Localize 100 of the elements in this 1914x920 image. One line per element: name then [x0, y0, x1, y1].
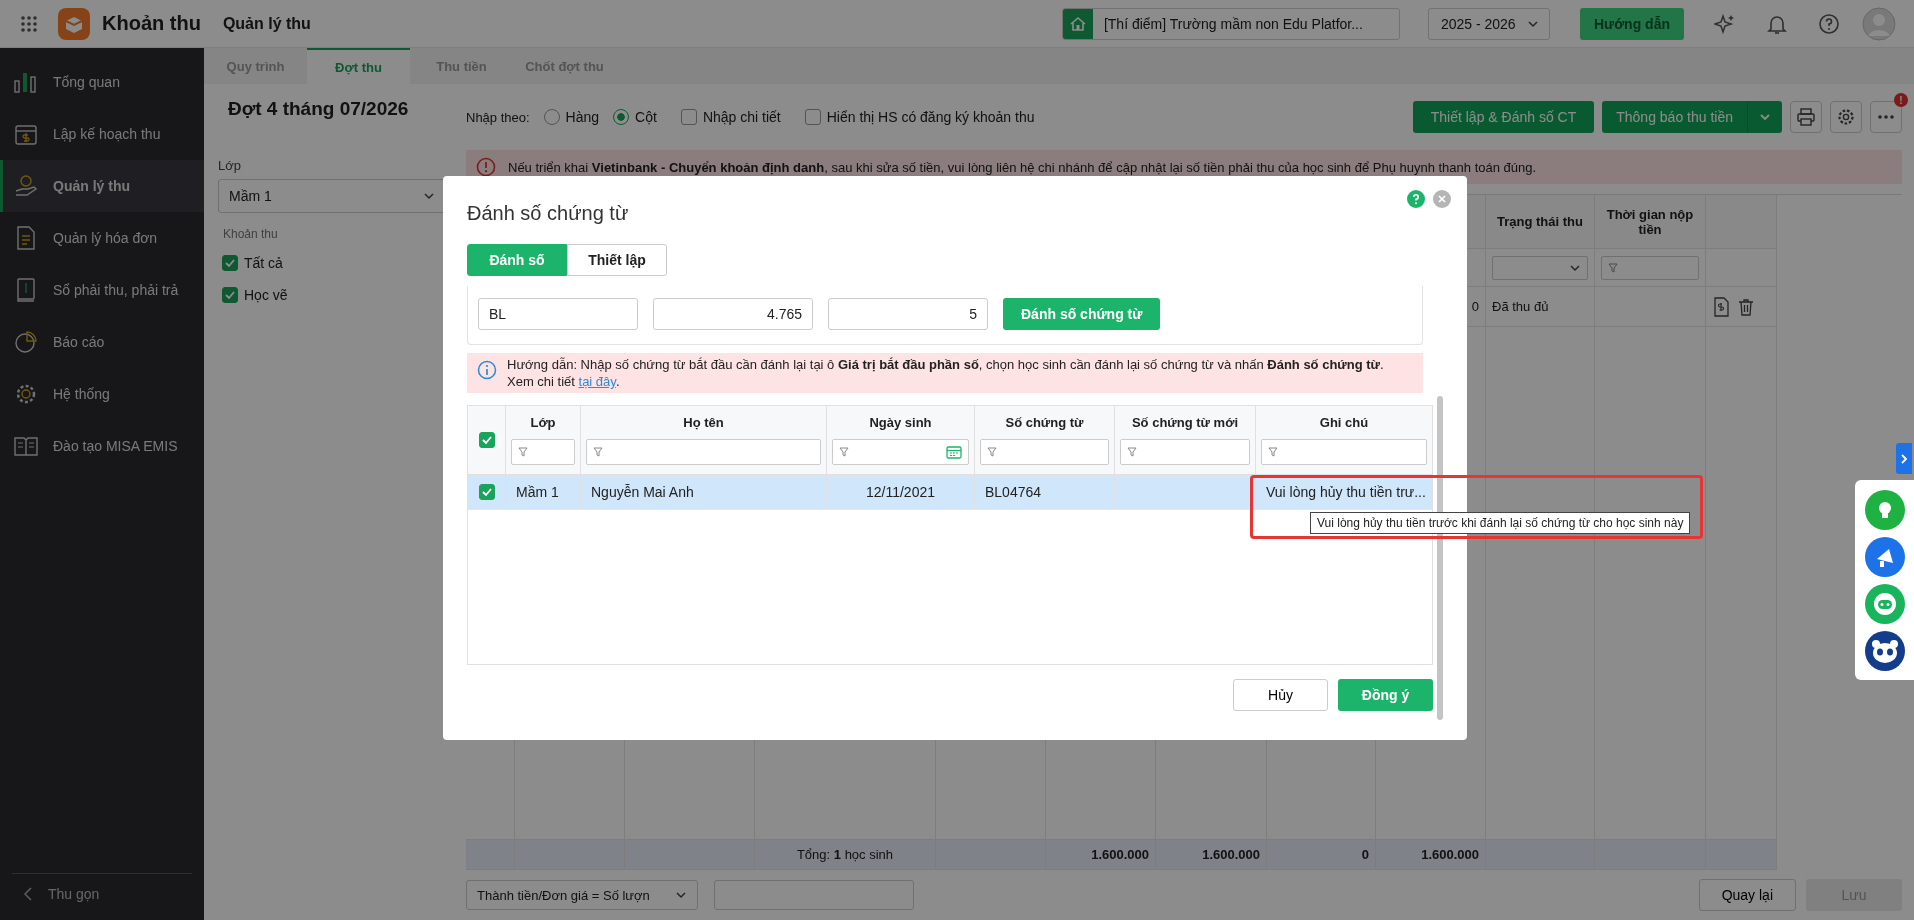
table-cell: 12/11/2021 [866, 484, 935, 500]
chevron-down-icon [423, 190, 435, 202]
formula-field[interactable] [714, 880, 914, 910]
select-all-checkbox[interactable] [478, 432, 495, 448]
table-cell: Vui lòng hủy thu tiền trư... [1266, 484, 1426, 500]
total-label: Tổng: 1 học sinh [755, 840, 936, 870]
megaphone-icon[interactable] [1864, 536, 1905, 577]
radio-label: Hàng [565, 109, 600, 125]
sidebar-item[interactable]: Báo cáo [0, 316, 204, 368]
check-icon [224, 289, 236, 301]
avatar-icon[interactable] [1862, 6, 1896, 41]
dialog-title: Đánh số chứng từ [467, 202, 629, 225]
checkbox-label: Tất cả [244, 255, 283, 271]
filter-field[interactable] [1120, 439, 1250, 466]
sidebar-item[interactable]: Quản lý hóa đơn [0, 212, 204, 264]
sidebar-item[interactable]: Đào tạo MISA EMIS [0, 420, 204, 472]
hint-text: Hướng dẫn: Nhập số chứng từ bắt đầu cần đánh lại tại ô Giá trị bắt đầu phần số, chọn học sinh cần đánh lại số chứng từ và nhấn Đánh số chứng từ. Xem chi tiết tại đây. [507, 356, 1385, 390]
digit-count-field[interactable]: 5 [828, 298, 988, 330]
filter-field[interactable] [832, 439, 969, 466]
total-cell: 1.600.000 [1156, 840, 1267, 870]
guide-button[interactable]: Hướng dẫn [1579, 7, 1684, 40]
radio-button[interactable] [543, 109, 560, 125]
notify-button[interactable]: Thông báo thu tiền [1602, 101, 1782, 133]
help-icon[interactable] [1818, 12, 1840, 35]
filter-field[interactable] [1261, 439, 1427, 466]
column-header: Lớp [529, 414, 557, 430]
sparkle-icon[interactable] [1714, 12, 1736, 35]
checkbox-label: Nhập chi tiết [702, 109, 781, 125]
sidebar-item[interactable]: Tổng quan [0, 56, 204, 108]
input-by-label: Nhập theo: [466, 109, 530, 125]
batch-title: Đợt 4 tháng 07/2026 [228, 98, 409, 120]
receipt-icon[interactable] [1712, 296, 1730, 317]
checkbox[interactable] [804, 109, 821, 125]
radio-button[interactable] [613, 109, 630, 125]
row-checkbox[interactable] [478, 484, 495, 500]
back-button[interactable]: Quay lại [1698, 879, 1796, 911]
filter-icon [593, 447, 603, 458]
lightbulb-icon[interactable] [1864, 489, 1905, 530]
more-icon [1876, 114, 1896, 120]
filter-icon [1268, 447, 1278, 458]
class-select[interactable]: Mầm 1 [218, 179, 446, 213]
chevron-right-icon [1900, 452, 1908, 465]
formula-select[interactable]: Thành tiền/Đơn giá = Số lượn [466, 880, 698, 910]
radio-label: Cột [635, 109, 657, 125]
sidebar-item[interactable]: Quản lý thu [0, 160, 204, 212]
prefix-field[interactable]: BL [478, 298, 638, 330]
pie-chart-icon [13, 329, 39, 355]
apps-grid-icon[interactable] [20, 14, 38, 33]
checkbox[interactable] [222, 255, 238, 271]
calendar-icon[interactable] [946, 445, 962, 460]
filter-field[interactable] [586, 439, 821, 466]
checkbox-label: Học vẽ [244, 287, 288, 303]
expand-tab[interactable] [1896, 443, 1912, 474]
fees-label: Khoản thu [223, 227, 278, 241]
chat-bot-icon[interactable] [1864, 583, 1905, 624]
info-icon [477, 360, 497, 380]
panda-icon[interactable] [1864, 630, 1905, 671]
number-vouchers-button[interactable]: Đánh số chứng từ [1003, 298, 1161, 330]
close-icon[interactable] [1433, 190, 1451, 208]
filter-field[interactable] [1601, 255, 1699, 280]
dialog-tab[interactable]: Đánh số [467, 244, 567, 276]
school-year-select[interactable]: 2025 - 2026 [1427, 7, 1550, 40]
table-cell: BL04764 [985, 484, 1042, 500]
checkbox[interactable] [222, 287, 238, 303]
filter-icon [839, 447, 849, 458]
details-link[interactable]: tại đây [578, 374, 616, 389]
setup-button[interactable]: Thiết lập & Đánh số CT [1412, 101, 1595, 133]
start-value-field[interactable]: 4.765 [653, 298, 813, 330]
collapse-button[interactable]: Thu gọn [12, 874, 192, 914]
settings-button[interactable] [1830, 101, 1862, 133]
column-header: Họ tên [682, 414, 725, 430]
sidebar-item[interactable]: Lập kế hoạch thu [0, 108, 204, 160]
check-icon [480, 486, 493, 498]
table-row[interactable]: Mầm 1 Nguyễn Mai Anh 12/11/2021 BL04764 Vui lòng hủy thu tiền trư... [468, 475, 1432, 510]
chevron-down-icon [675, 889, 687, 901]
check-icon [224, 257, 236, 269]
filter-field[interactable] [511, 439, 575, 466]
chevron-left-icon [22, 886, 34, 902]
help-icon[interactable] [1407, 190, 1425, 208]
column-header: Số chứng từ [1004, 414, 1085, 430]
print-button[interactable] [1790, 101, 1822, 133]
school-selector[interactable]: [Thí điểm] Trường mầm non Edu Platfor... [1061, 7, 1400, 40]
column-header: Trạng thái thu [1486, 195, 1595, 249]
checkbox[interactable] [680, 109, 697, 125]
page-tab[interactable]: Đợt thu [307, 48, 410, 84]
filter-field[interactable] [980, 439, 1109, 466]
app-name: Khoản thu [102, 12, 201, 35]
dialog-tab[interactable]: Thiết lập [567, 244, 667, 276]
cancel-button[interactable]: Hủy [1233, 679, 1328, 711]
table-cell: Nguyễn Mai Anh [591, 484, 694, 500]
app-logo-icon [58, 7, 90, 40]
filter-icon [518, 447, 528, 458]
column-header: Số chứng từ mới [1130, 414, 1240, 430]
sidebar-item[interactable]: Hệ thống [0, 368, 204, 420]
confirm-button[interactable]: Đồng ý [1338, 679, 1433, 711]
more-button[interactable] [1870, 101, 1902, 133]
delete-icon[interactable] [1738, 297, 1754, 316]
warning-text: Nếu triển khai Vietinbank - Chuyển khoản định danh, sau khi sửa số tiền, vui lòng liên hệ chi nhánh để cập nhật lại số tiền phải thu của học sinh để Phụ huynh thanh toán đúng. [508, 159, 1537, 175]
status-filter-select[interactable] [1492, 255, 1588, 280]
sidebar-item[interactable]: Sổ phải thu, phải trả [0, 264, 204, 316]
